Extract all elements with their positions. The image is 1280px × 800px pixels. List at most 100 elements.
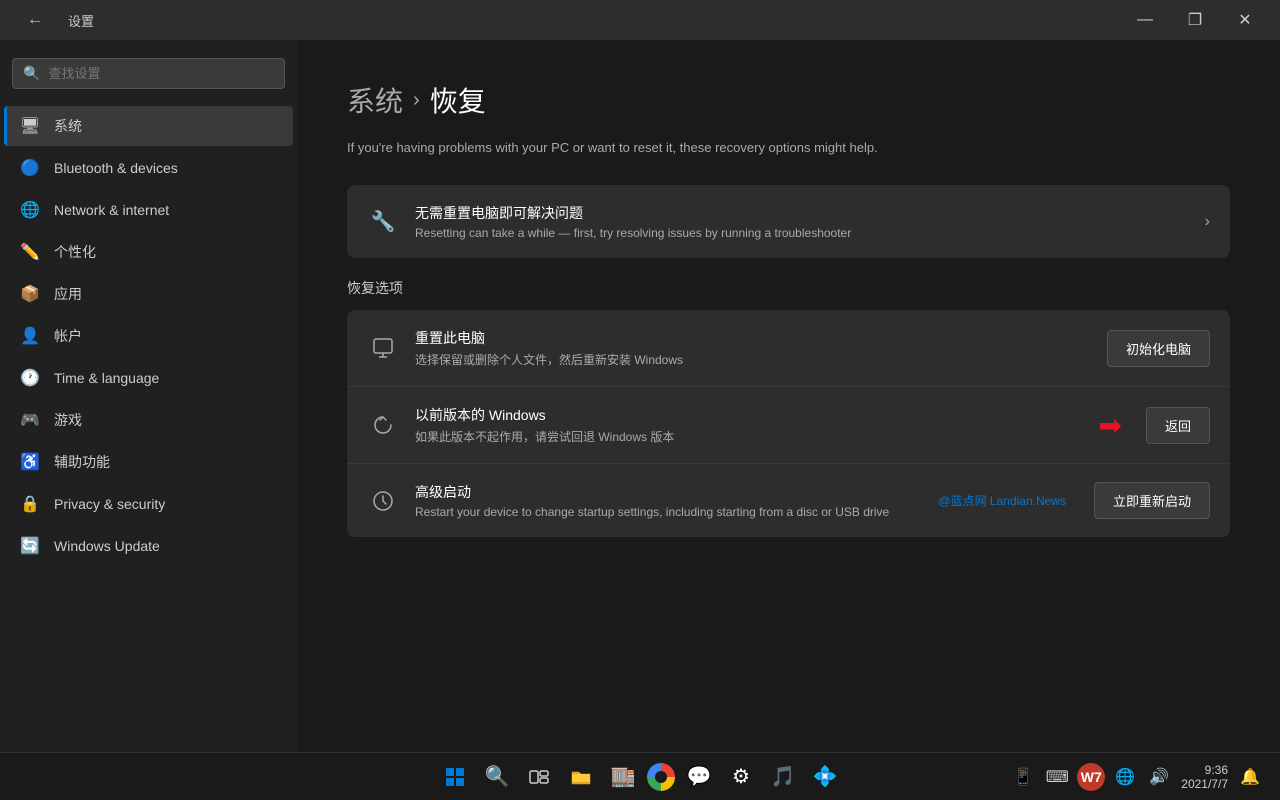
taskbar-center: 🔍 🏬 💬 ⚙ 🎵 💠: [437, 759, 843, 795]
breadcrumb-current: 恢复: [430, 80, 486, 120]
reset-icon: [367, 332, 399, 364]
gaming-icon: 🎮: [20, 410, 40, 430]
time-display: 9:36: [1181, 763, 1228, 777]
search-taskbar-button[interactable]: 🔍: [479, 759, 515, 795]
recovery-row-advanced: 高级启动 Restart your device to change start…: [347, 464, 1230, 537]
phone-icon[interactable]: 📱: [1009, 763, 1037, 791]
reset-text: 重置此电脑 选择保留或删除个人文件，然后重新安装 Windows: [415, 328, 1091, 368]
page-description: If you're having problems with your PC o…: [347, 140, 1230, 155]
previous-button[interactable]: 返回: [1146, 407, 1210, 444]
breadcrumb-parent[interactable]: 系统: [347, 80, 403, 120]
sidebar-item-apps[interactable]: 📦 应用: [4, 274, 293, 314]
previous-icon: [367, 409, 399, 441]
recovery-section-title: 恢复选项: [347, 278, 1230, 298]
maximize-button[interactable]: ❐: [1172, 4, 1218, 36]
troubleshooter-chevron: ›: [1205, 213, 1210, 231]
sidebar-item-accounts[interactable]: 👤 帐户: [4, 316, 293, 356]
task-view-button[interactable]: [521, 759, 557, 795]
sidebar-label-apps: 应用: [54, 284, 82, 304]
chrome-button[interactable]: [647, 763, 675, 791]
system-icon: 🖥: [20, 116, 40, 136]
main-content: 🔍 🖥 系统 🔵 Bluetooth & devices 🌐 Network &…: [0, 40, 1280, 752]
notification-icon[interactable]: 🔔: [1236, 763, 1264, 791]
reset-button[interactable]: 初始化电脑: [1107, 330, 1210, 367]
wechat-button[interactable]: 💬: [681, 759, 717, 795]
sidebar-label-personalization: 个性化: [54, 242, 96, 262]
clock[interactable]: 9:36 2021/7/7: [1181, 763, 1228, 791]
sidebar-label-privacy: Privacy & security: [54, 496, 165, 512]
previous-subtitle: 如果此版本不起作用，请尝试回退 Windows 版本: [415, 428, 1083, 445]
recovery-card: 重置此电脑 选择保留或删除个人文件，然后重新安装 Windows 初始化电脑 以…: [347, 310, 1230, 537]
title-bar-left: ← 设置: [12, 4, 94, 36]
window-title: 设置: [68, 11, 94, 30]
window-controls: — ❐ ✕: [1122, 4, 1268, 36]
advanced-title: 高级启动: [415, 482, 922, 502]
back-button[interactable]: ←: [12, 4, 58, 36]
previous-text: 以前版本的 Windows 如果此版本不起作用，请尝试回退 Windows 版本: [415, 405, 1083, 445]
personalization-icon: ✏️: [20, 242, 40, 262]
accessibility-icon: ♿: [20, 452, 40, 472]
update-icon: 🔄: [20, 536, 40, 556]
music-button[interactable]: 🎵: [765, 759, 801, 795]
time-icon: 🕐: [20, 368, 40, 388]
settings-taskbar-button[interactable]: ⚙: [723, 759, 759, 795]
store-button[interactable]: 🏬: [605, 759, 641, 795]
troubleshooter-text: 无需重置电脑即可解决问题 Resetting can take a while …: [415, 203, 1189, 240]
lang-indicator[interactable]: W7: [1077, 763, 1105, 791]
troubleshooter-row[interactable]: 🔧 无需重置电脑即可解决问题 Resetting can take a whil…: [347, 185, 1230, 258]
troubleshooter-icon: 🔧: [367, 206, 399, 238]
watermark-inline: @蓝点网 Landian.News: [938, 492, 1066, 509]
sidebar-label-update: Windows Update: [54, 538, 160, 554]
troubleshooter-card: 🔧 无需重置电脑即可解决问题 Resetting can take a whil…: [347, 185, 1230, 258]
lang-label: W7: [1081, 769, 1102, 785]
extra-button[interactable]: 💠: [807, 759, 843, 795]
file-explorer-button[interactable]: [563, 759, 599, 795]
system-tray: 📱 ⌨ W7 🌐 🔊: [1009, 763, 1173, 791]
previous-title: 以前版本的 Windows: [415, 405, 1083, 425]
recovery-row-reset: 重置此电脑 选择保留或删除个人文件，然后重新安装 Windows 初始化电脑: [347, 310, 1230, 387]
sidebar-label-gaming: 游戏: [54, 410, 82, 430]
sidebar-item-privacy[interactable]: 🔒 Privacy & security: [4, 484, 293, 524]
network-icon: 🌐: [20, 200, 40, 220]
troubleshooter-subtitle: Resetting can take a while — first, try …: [415, 226, 1189, 240]
title-bar: ← 设置 — ❐ ✕: [0, 0, 1280, 40]
advanced-button[interactable]: 立即重新启动: [1094, 482, 1210, 519]
sidebar-label-accounts: 帐户: [54, 326, 82, 346]
sidebar-label-bluetooth: Bluetooth & devices: [54, 160, 178, 176]
apps-icon: 📦: [20, 284, 40, 304]
accounts-icon: 👤: [20, 326, 40, 346]
start-button[interactable]: [437, 759, 473, 795]
advanced-subtitle: Restart your device to change startup se…: [415, 505, 922, 519]
sidebar-item-gaming[interactable]: 🎮 游戏: [4, 400, 293, 440]
sidebar-label-accessibility: 辅助功能: [54, 452, 110, 472]
sidebar-item-personalization[interactable]: ✏️ 个性化: [4, 232, 293, 272]
volume-icon[interactable]: 🔊: [1145, 763, 1173, 791]
search-box[interactable]: 🔍: [12, 58, 285, 89]
sidebar-item-time[interactable]: 🕐 Time & language: [4, 358, 293, 398]
network-tray-icon[interactable]: 🌐: [1111, 763, 1139, 791]
date-display: 2021/7/7: [1181, 777, 1228, 791]
bluetooth-icon: 🔵: [20, 158, 40, 178]
advanced-icon: [367, 485, 399, 517]
sidebar-label-system: 系统: [54, 116, 82, 136]
sidebar-item-system[interactable]: 🖥 系统: [4, 106, 293, 146]
taskbar-right: 📱 ⌨ W7 🌐 🔊 9:36 2021/7/7 🔔: [1009, 763, 1264, 791]
search-input[interactable]: [48, 66, 274, 81]
sidebar-item-network[interactable]: 🌐 Network & internet: [4, 190, 293, 230]
minimize-button[interactable]: —: [1122, 4, 1168, 36]
privacy-icon: 🔒: [20, 494, 40, 514]
search-icon: 🔍: [23, 65, 40, 82]
sidebar-item-update[interactable]: 🔄 Windows Update: [4, 526, 293, 566]
arrow-indicator: ➡: [1099, 409, 1122, 442]
close-button[interactable]: ✕: [1222, 4, 1268, 36]
sidebar: 🔍 🖥 系统 🔵 Bluetooth & devices 🌐 Network &…: [0, 40, 297, 752]
sidebar-item-bluetooth[interactable]: 🔵 Bluetooth & devices: [4, 148, 293, 188]
sidebar-item-accessibility[interactable]: ♿ 辅助功能: [4, 442, 293, 482]
reset-subtitle: 选择保留或删除个人文件，然后重新安装 Windows: [415, 351, 1091, 368]
breadcrumb-separator: ›: [413, 89, 420, 112]
breadcrumb: 系统 › 恢复: [347, 80, 1230, 120]
taskbar: 🔍 🏬 💬 ⚙ 🎵 💠 📱 ⌨ W7: [0, 752, 1280, 800]
sidebar-label-time: Time & language: [54, 370, 159, 386]
advanced-text: 高级启动 Restart your device to change start…: [415, 482, 922, 519]
keyboard-icon[interactable]: ⌨: [1043, 763, 1071, 791]
